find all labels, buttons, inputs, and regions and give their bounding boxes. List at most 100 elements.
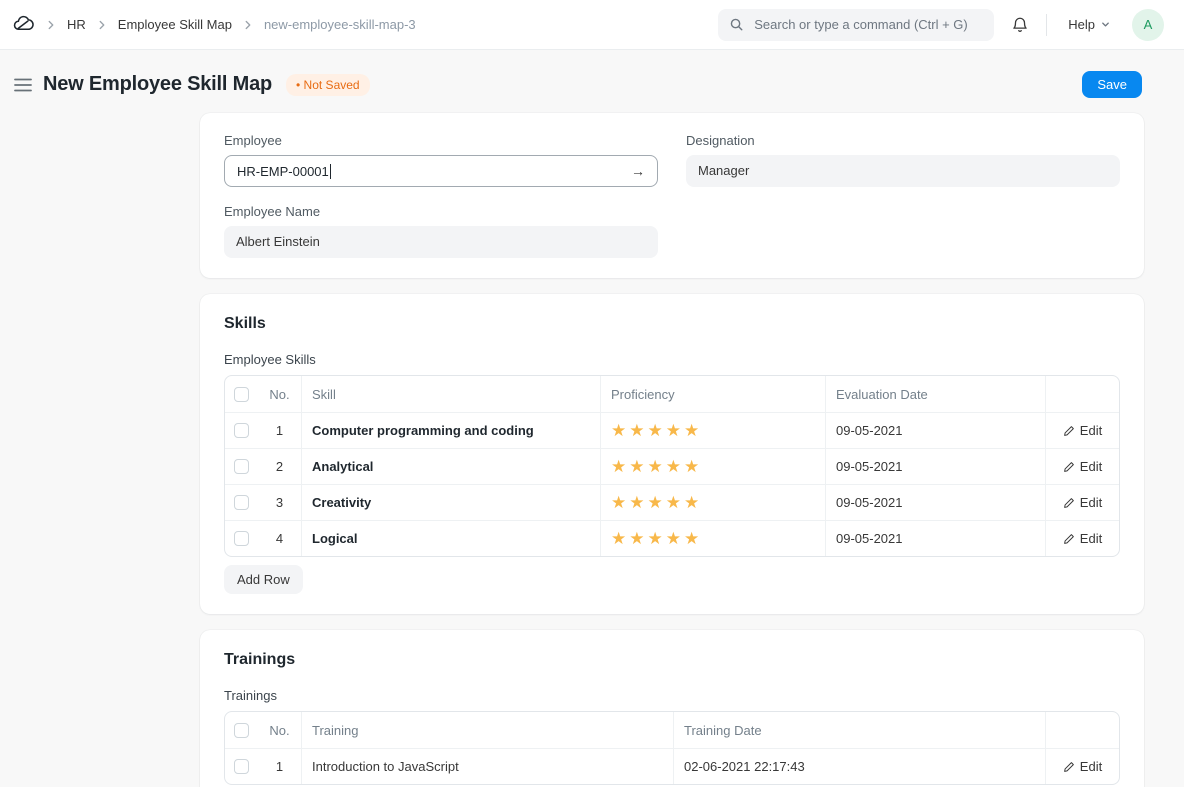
edit-row-button[interactable]: Edit	[1057, 494, 1108, 511]
col-header-training-date: Training Date	[673, 712, 1045, 748]
trainings-table: No. Training Training Date 1 Introductio…	[224, 711, 1120, 785]
top-navbar: HR Employee Skill Map new-employee-skill…	[0, 0, 1184, 50]
help-menu-button[interactable]: Help	[1062, 16, 1117, 33]
row-checkbox[interactable]	[234, 423, 249, 438]
designation-value: Manager	[686, 155, 1120, 187]
pencil-icon	[1063, 497, 1075, 509]
evaluation-date-cell[interactable]: 09-05-2021	[825, 449, 1045, 484]
col-header-training: Training	[301, 712, 673, 748]
table-row: 2 Analytical ★★★★★ 09-05-2021 Edit	[225, 448, 1119, 484]
skill-cell[interactable]: Creativity	[301, 485, 600, 520]
col-header-proficiency: Proficiency	[600, 376, 825, 412]
employee-details-card: Employee HR-EMP-00001 → Designation Mana…	[200, 113, 1144, 278]
form-body: Employee HR-EMP-00001 → Designation Mana…	[200, 113, 1144, 787]
employee-field-group: Employee HR-EMP-00001 →	[224, 133, 658, 187]
edit-label: Edit	[1080, 495, 1102, 510]
pencil-icon	[1063, 461, 1075, 473]
chevron-down-icon	[1100, 19, 1111, 30]
notifications-bell-button[interactable]	[1009, 14, 1031, 36]
chevron-right-icon	[44, 18, 58, 32]
pencil-icon	[1063, 425, 1075, 437]
employee-name-value: Albert Einstein	[224, 226, 658, 258]
star-rating[interactable]: ★★★★★	[611, 494, 702, 511]
pencil-icon	[1063, 533, 1075, 545]
trainings-table-header: No. Training Training Date	[225, 712, 1119, 748]
page-title: New Employee Skill Map	[43, 73, 272, 96]
edit-row-button[interactable]: Edit	[1057, 458, 1108, 475]
designation-field-group: Designation Manager	[686, 133, 1120, 187]
add-row-button[interactable]: Add Row	[224, 565, 303, 594]
skills-table-header: No. Skill Proficiency Evaluation Date	[225, 376, 1119, 412]
col-header-no: No.	[258, 376, 301, 412]
breadcrumb: HR Employee Skill Map new-employee-skill…	[12, 13, 416, 36]
col-header-evaluation-date: Evaluation Date	[825, 376, 1045, 412]
trainings-card: Trainings Trainings No. Training Trainin…	[200, 630, 1144, 787]
employee-value: HR-EMP-00001	[237, 164, 329, 179]
open-link-arrow-icon[interactable]: →	[631, 163, 645, 179]
col-header-skill: Skill	[301, 376, 600, 412]
edit-label: Edit	[1080, 423, 1102, 438]
breadcrumb-hr[interactable]: HR	[67, 17, 86, 32]
training-date-cell[interactable]: 02-06-2021 22:17:43	[673, 749, 1045, 784]
edit-row-button[interactable]: Edit	[1057, 422, 1108, 439]
row-number: 2	[258, 449, 301, 484]
sidebar-toggle-icon[interactable]	[10, 74, 36, 96]
page-header: New Employee Skill Map • Not Saved Save	[0, 50, 1184, 113]
star-rating[interactable]: ★★★★★	[611, 422, 702, 439]
star-rating[interactable]: ★★★★★	[611, 530, 702, 547]
skill-cell[interactable]: Logical	[301, 521, 600, 556]
global-search[interactable]	[718, 9, 994, 41]
trainings-field-label: Trainings	[224, 688, 1120, 703]
col-header-no: No.	[258, 712, 301, 748]
employee-input[interactable]: HR-EMP-00001 →	[224, 155, 658, 187]
chevron-right-icon	[241, 18, 255, 32]
select-all-checkbox[interactable]	[234, 387, 249, 402]
edit-row-button[interactable]: Edit	[1057, 758, 1108, 775]
evaluation-date-cell[interactable]: 09-05-2021	[825, 413, 1045, 448]
search-icon	[729, 17, 744, 32]
skills-table: No. Skill Proficiency Evaluation Date 1 …	[224, 375, 1120, 557]
breadcrumb-current-doc: new-employee-skill-map-3	[264, 17, 416, 32]
table-row: 1 Computer programming and coding ★★★★★ …	[225, 412, 1119, 448]
skill-cell[interactable]: Computer programming and coding	[301, 413, 600, 448]
row-number: 1	[258, 749, 301, 784]
row-checkbox[interactable]	[234, 759, 249, 774]
row-number: 3	[258, 485, 301, 520]
user-avatar[interactable]: A	[1132, 9, 1164, 41]
row-checkbox[interactable]	[234, 531, 249, 546]
navbar-actions: Help A	[718, 9, 1164, 41]
skills-section-title: Skills	[224, 315, 1120, 333]
navbar-divider	[1046, 14, 1047, 36]
row-number: 4	[258, 521, 301, 556]
pencil-icon	[1063, 761, 1075, 773]
employee-label: Employee	[224, 133, 658, 148]
table-row: 3 Creativity ★★★★★ 09-05-2021 Edit	[225, 484, 1119, 520]
breadcrumb-employee-skill-map[interactable]: Employee Skill Map	[118, 17, 232, 32]
search-input[interactable]	[752, 16, 983, 33]
row-checkbox[interactable]	[234, 495, 249, 510]
evaluation-date-cell[interactable]: 09-05-2021	[825, 485, 1045, 520]
skill-cell[interactable]: Analytical	[301, 449, 600, 484]
edit-label: Edit	[1080, 759, 1102, 774]
employee-skills-field-label: Employee Skills	[224, 352, 1120, 367]
evaluation-date-cell[interactable]: 09-05-2021	[825, 521, 1045, 556]
trainings-section-title: Trainings	[224, 651, 1120, 669]
text-caret	[330, 164, 332, 179]
help-label: Help	[1068, 17, 1095, 32]
edit-row-button[interactable]: Edit	[1057, 530, 1108, 547]
chevron-right-icon	[95, 18, 109, 32]
employee-name-label: Employee Name	[224, 204, 658, 219]
edit-label: Edit	[1080, 531, 1102, 546]
skills-card: Skills Employee Skills No. Skill Profici…	[200, 294, 1144, 614]
row-checkbox[interactable]	[234, 459, 249, 474]
row-number: 1	[258, 413, 301, 448]
save-button[interactable]: Save	[1082, 71, 1142, 98]
app-logo-icon[interactable]	[12, 13, 35, 36]
edit-label: Edit	[1080, 459, 1102, 474]
star-rating[interactable]: ★★★★★	[611, 458, 702, 475]
table-row: 4 Logical ★★★★★ 09-05-2021 Edit	[225, 520, 1119, 556]
select-all-checkbox[interactable]	[234, 723, 249, 738]
table-row: 1 Introduction to JavaScript 02-06-2021 …	[225, 748, 1119, 784]
employee-name-field-group: Employee Name Albert Einstein	[224, 204, 658, 258]
training-cell[interactable]: Introduction to JavaScript	[301, 749, 673, 784]
